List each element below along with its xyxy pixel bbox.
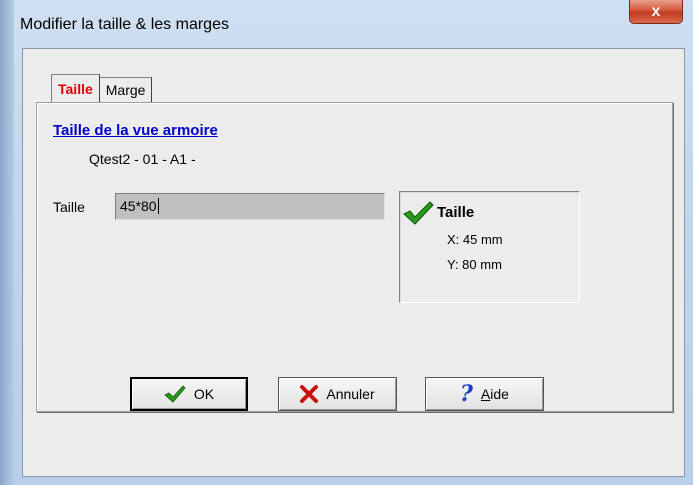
tab-taille[interactable]: Taille (51, 74, 100, 102)
dialog-window: Modifier la taille & les marges x Taille… (0, 0, 693, 485)
ok-button-label: OK (193, 386, 215, 402)
tab-panel: Taille de la vue armoire Qtest2 - 01 - A… (36, 102, 673, 412)
ok-button[interactable]: OK (130, 377, 248, 411)
red-x-icon (300, 385, 319, 403)
window-title: Modifier la taille & les marges (20, 16, 229, 33)
help-button[interactable]: ? Aide (425, 377, 544, 411)
cancel-button-label: Annuler (326, 386, 375, 402)
background-window-edge (0, 0, 14, 485)
green-check-icon (164, 385, 186, 403)
dialog-client-area: Taille Marge Taille de la vue armoire Qt… (22, 48, 685, 477)
title-bar[interactable]: Modifier la taille & les marges x (14, 0, 693, 48)
question-mark-icon: ? (460, 381, 473, 407)
green-check-icon (403, 201, 434, 225)
close-icon: x (651, 2, 661, 20)
help-button-label: Aide (480, 386, 509, 402)
section-title: Taille de la vue armoire (53, 122, 218, 139)
size-label: Taille (53, 199, 85, 215)
info-x-dimension: X: 45 mm (447, 232, 503, 247)
tab-bar: Taille Marge (51, 74, 153, 102)
tab-marge[interactable]: Marge (98, 77, 153, 102)
close-button[interactable]: x (629, 0, 683, 24)
size-info-box: Taille X: 45 mm Y: 80 mm (399, 191, 580, 303)
size-input[interactable]: 45*80 (115, 193, 385, 220)
info-title: Taille (437, 204, 475, 221)
cancel-button[interactable]: Annuler (278, 377, 397, 411)
size-input-value: 45*80 (120, 198, 157, 214)
text-caret (157, 198, 159, 214)
view-name-label: Qtest2 - 01 - A1 - (89, 151, 196, 167)
info-y-dimension: Y: 80 mm (447, 257, 502, 272)
